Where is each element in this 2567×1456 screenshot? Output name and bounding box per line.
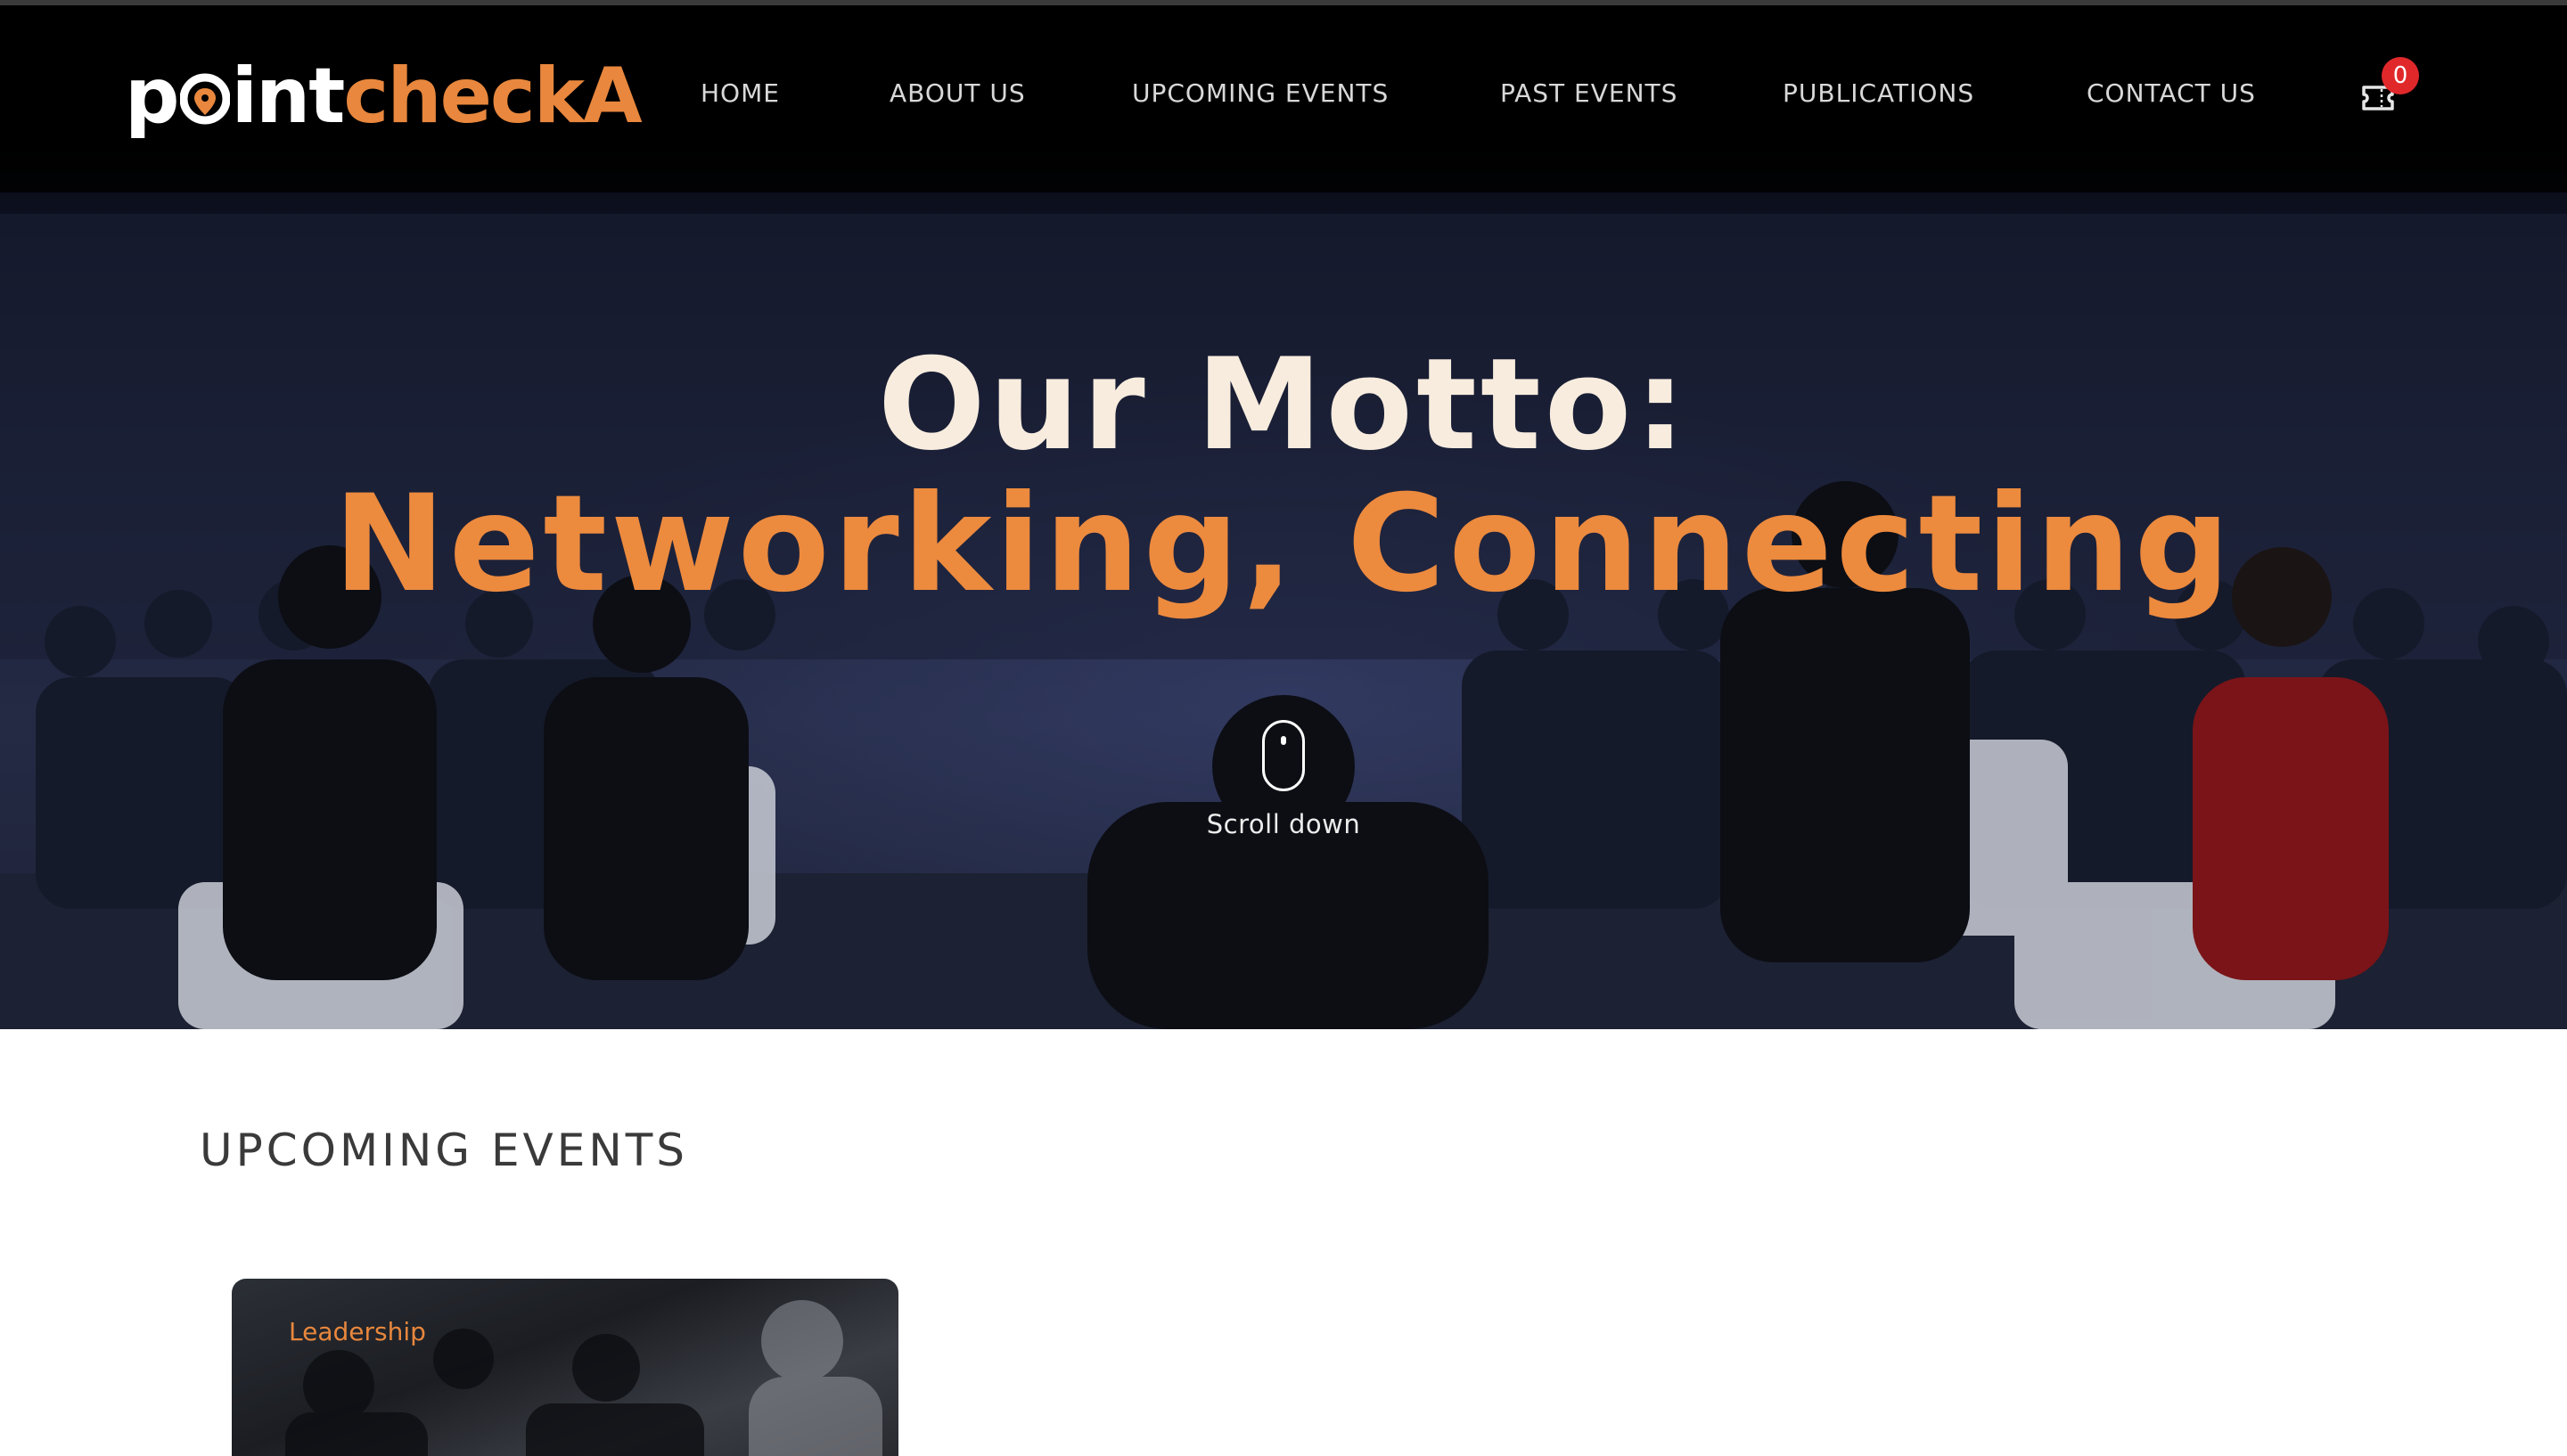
site-logo[interactable]: p intcheckA	[125, 52, 643, 141]
logo-text-p: p	[125, 52, 180, 141]
nav-item-contact-us[interactable]: CONTACT US	[2087, 78, 2256, 108]
cart-count-badge: 0	[2382, 57, 2419, 94]
logo-text-checka: checkA	[343, 52, 642, 141]
nav-item-past-events[interactable]: PAST EVENTS	[1500, 78, 1677, 108]
hero-section: p intcheckA HOME ABOUT US UPCOMING EVENTS…	[0, 0, 2567, 1029]
section-title-upcoming-events: UPCOMING EVENTS	[200, 1125, 689, 1176]
hero-title-line2: Networking, Connecting	[333, 467, 2234, 622]
mouse-wheel-dot	[1281, 736, 1286, 745]
map-pin-icon	[179, 57, 231, 125]
nav-item-about-us[interactable]: ABOUT US	[890, 78, 1026, 108]
event-card-tag[interactable]: Leadership	[289, 1317, 426, 1346]
nav-item-upcoming-events[interactable]: UPCOMING EVENTS	[1132, 78, 1389, 108]
nav-item-publications[interactable]: PUBLICATIONS	[1783, 78, 1974, 108]
nav-item-home[interactable]: HOME	[701, 78, 780, 108]
scroll-down-label[interactable]: Scroll down	[0, 809, 2567, 839]
event-card[interactable]	[232, 1279, 898, 1456]
logo-text-int: int	[231, 52, 346, 141]
event-card-image	[285, 1300, 882, 1456]
hero-title-line1: Our Motto:	[877, 331, 1690, 479]
mouse-icon[interactable]	[1262, 720, 1305, 791]
